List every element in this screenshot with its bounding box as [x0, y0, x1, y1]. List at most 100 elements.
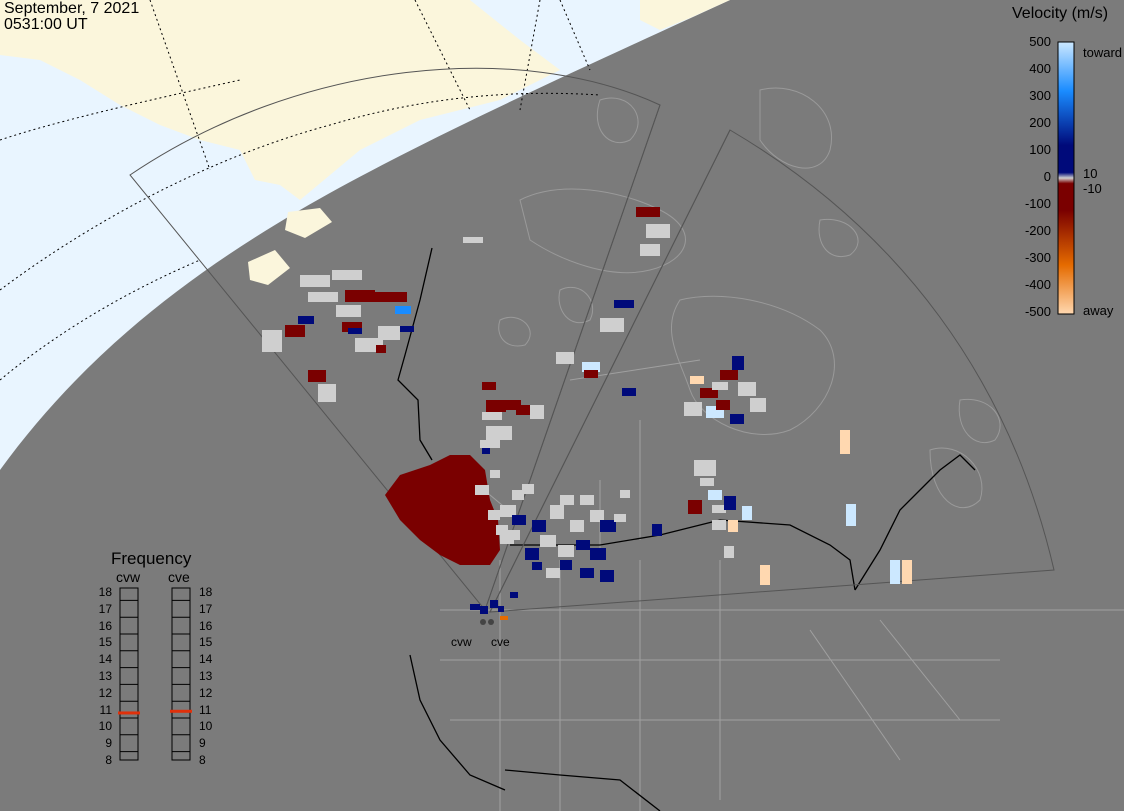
velocity-cell [336, 305, 361, 317]
daylight-land [640, 0, 730, 30]
velocity-cell [512, 515, 526, 525]
velocity-cell [652, 524, 662, 536]
velocity-cell [694, 460, 716, 476]
colorbar-title: Velocity (m/s) [1012, 5, 1109, 22]
toward-label: toward [1083, 45, 1123, 60]
velocity-cell [580, 495, 594, 505]
velocity-cell [318, 384, 336, 402]
velocity-cell [580, 568, 594, 578]
frequency-scale-label: 9 [105, 736, 112, 751]
colorbar-tick-label: 500 [1029, 34, 1051, 49]
frequency-scale-label: 18 [199, 585, 213, 599]
colorbar-tick-label: 300 [1029, 88, 1051, 103]
velocity-cell [510, 592, 518, 598]
velocity-cell [708, 490, 722, 500]
frequency-title: Frequency [111, 549, 192, 568]
velocity-cell [620, 490, 630, 498]
cve-frequency-box [171, 587, 191, 761]
velocity-cell [890, 560, 900, 584]
colorbar-tick-label: 400 [1029, 61, 1051, 76]
velocity-cell [285, 325, 305, 337]
frequency-scale-label: 15 [199, 635, 213, 650]
frequency-scale-label: 16 [199, 618, 213, 633]
frequency-scale-label: 11 [99, 702, 112, 717]
daylight-land [285, 208, 332, 238]
velocity-cell [640, 244, 660, 256]
frequency-scale-label: 12 [98, 685, 112, 700]
frequency-scale-label: 13 [98, 669, 112, 683]
velocity-cell [488, 510, 500, 520]
velocity-cell [470, 604, 480, 610]
velocity-cell [482, 448, 490, 454]
frequency-scale-label: 15 [98, 635, 112, 650]
velocity-cell [688, 500, 702, 514]
small-negative-label: -10 [1083, 181, 1102, 196]
frequency-cve-heading: cve [168, 569, 190, 585]
colorbar-tick-label: -500 [1024, 304, 1051, 319]
velocity-cell [345, 290, 375, 302]
velocity-cell [724, 546, 734, 558]
radar-site-cvw [480, 619, 486, 625]
velocity-cell [372, 292, 407, 302]
frequency-scale-label: 9 [199, 736, 206, 751]
velocity-cell [738, 382, 756, 396]
velocity-cell [308, 292, 338, 302]
velocity-cell [532, 562, 542, 570]
frequency-scale-label: 14 [98, 652, 112, 667]
colorbar-tick-label: -300 [1024, 250, 1051, 265]
velocity-cell [480, 606, 488, 614]
velocity-cell [730, 414, 744, 424]
velocity-cell [684, 402, 702, 416]
velocity-cell [378, 326, 400, 340]
velocity-cell [560, 560, 572, 570]
velocity-cell [522, 484, 534, 494]
velocity-cell [490, 470, 500, 478]
velocity-cell [486, 426, 512, 440]
velocity-cell [546, 568, 560, 578]
cvw-frequency-box [119, 587, 139, 761]
velocity-cell [690, 376, 704, 384]
map-canvas [0, 0, 1124, 811]
away-label: away [1083, 303, 1114, 318]
frequency-scale-label: 18 [98, 585, 112, 599]
frequency-scale-label: 10 [199, 719, 213, 734]
velocity-cell [490, 600, 498, 608]
velocity-cell [724, 496, 736, 510]
frequency-scale-label: 17 [199, 601, 213, 616]
velocity-cell [498, 606, 504, 612]
velocity-cell [486, 400, 506, 412]
velocity-cell [732, 356, 744, 370]
velocity-cell [614, 514, 626, 522]
velocity-cell [590, 548, 606, 560]
velocity-cell [556, 352, 574, 364]
velocity-cell [700, 478, 714, 486]
velocity-cell [760, 565, 770, 585]
velocity-cell [742, 506, 752, 520]
colorbar-tick-label: 0 [1043, 169, 1051, 184]
velocity-cell [376, 345, 386, 353]
velocity-cell [560, 495, 574, 505]
velocity-cell [614, 300, 634, 308]
velocity-cell [463, 237, 483, 243]
velocity-cell [516, 405, 532, 415]
velocity-cell [636, 207, 660, 217]
frequency-scale-label: 8 [199, 753, 206, 767]
colorbar-tick-label: 200 [1029, 115, 1051, 130]
velocity-cell [584, 370, 598, 378]
colorbar-tick-label: -400 [1024, 277, 1051, 292]
velocity-cell [262, 330, 282, 352]
small-positive-label: 10 [1083, 166, 1098, 181]
velocity-cell [308, 370, 326, 382]
velocity-cell [600, 570, 614, 582]
superdarn-map-view: September, 7 2021 0531:00 UT Velocity (m… [0, 0, 1124, 811]
velocity-cell [902, 560, 912, 584]
velocity-cell [332, 270, 362, 280]
colorbar-tick-label: -100 [1024, 196, 1051, 211]
cvw-frequency-marker [118, 711, 140, 715]
velocity-cell [600, 318, 624, 332]
velocity-cell [728, 520, 738, 532]
frequency-scale-label: 16 [98, 618, 112, 633]
velocity-cell [348, 328, 362, 334]
velocity-cell [712, 520, 726, 530]
cve-frequency-marker [170, 709, 192, 713]
